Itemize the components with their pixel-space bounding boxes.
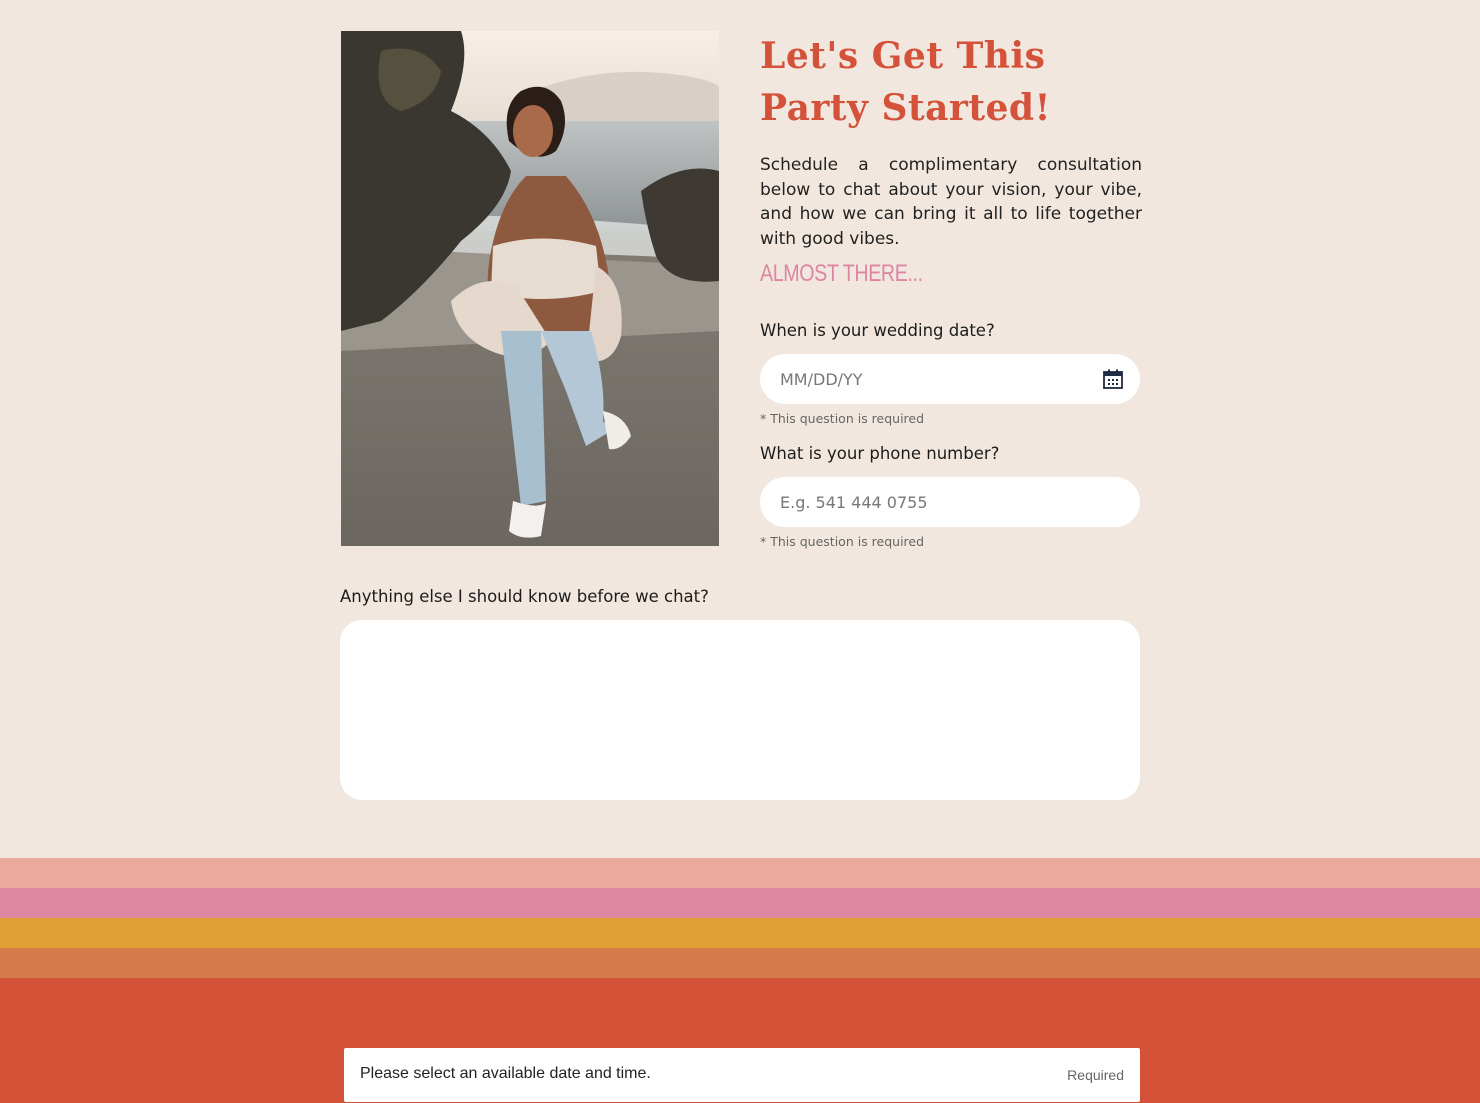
notes-textarea[interactable] [340, 620, 1140, 800]
wedding-date-label: When is your wedding date? [760, 321, 995, 340]
phone-label: What is your phone number? [760, 444, 1000, 463]
required-indicator: Required [1067, 1067, 1124, 1083]
notes-label: Anything else I should know before we ch… [340, 587, 709, 606]
phone-field[interactable] [760, 477, 1140, 527]
notes-field[interactable] [340, 620, 1140, 800]
date-time-picker[interactable]: Please select an available date and time… [344, 1048, 1140, 1102]
calendar-icon[interactable] [1103, 369, 1123, 389]
section-eyebrow: Almost there... [760, 260, 923, 287]
intro-paragraph: Schedule a complimentary consultation be… [760, 155, 1142, 249]
wedding-date-input[interactable] [760, 354, 1080, 404]
hero-photo [341, 31, 719, 546]
decorative-stripe-1 [0, 858, 1480, 888]
decorative-stripe-2 [0, 888, 1480, 918]
page-title: Let's Get This Party Started! [760, 35, 1051, 129]
decorative-stripe-3 [0, 918, 1480, 948]
beach-portrait-photo [341, 31, 719, 546]
wedding-date-required-hint: * This question is required [760, 411, 925, 426]
wedding-date-field[interactable] [760, 354, 1140, 404]
decorative-stripe-4 [0, 948, 1480, 978]
phone-required-hint: * This question is required [760, 534, 925, 549]
date-time-prompt: Please select an available date and time… [360, 1065, 651, 1082]
phone-input[interactable] [760, 477, 1080, 527]
